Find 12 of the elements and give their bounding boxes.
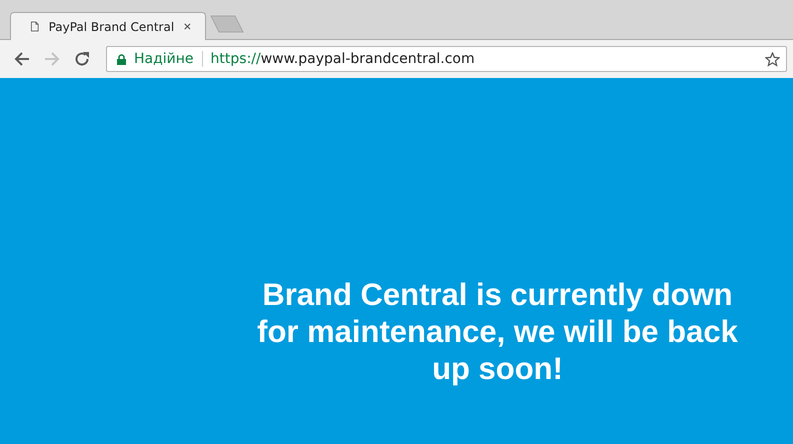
reload-icon[interactable]	[74, 51, 90, 67]
star-icon[interactable]	[765, 52, 780, 66]
maintenance-message: Brand Central is currently down for maintenance, we will be back up soon!	[256, 276, 739, 387]
address-bar[interactable]: Надійне https://www.paypal-brandcentral.com	[106, 46, 787, 72]
url-text: https://www.paypal-brandcentral.com	[210, 51, 476, 67]
security-label: Надійне	[134, 51, 194, 67]
browser-tab[interactable]: PayPal Brand Central	[10, 12, 206, 40]
lock-icon	[117, 54, 126, 64]
back-icon[interactable]	[14, 51, 30, 67]
page-icon	[31, 20, 39, 33]
tab-title: PayPal Brand Central	[48, 20, 174, 34]
close-icon[interactable]	[184, 22, 191, 31]
